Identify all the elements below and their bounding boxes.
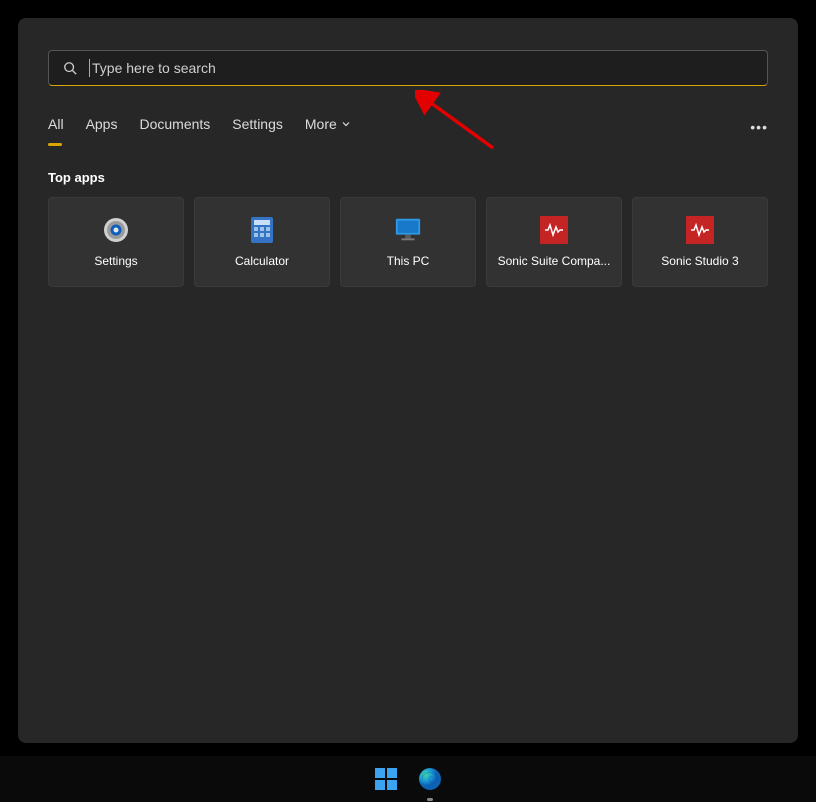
tile-label: Sonic Studio 3 [661, 254, 738, 268]
tile-sonic-suite-companion[interactable]: Sonic Suite Compa... [486, 197, 622, 287]
search-box[interactable] [48, 50, 768, 86]
tab-all[interactable]: All [48, 116, 64, 138]
edge-icon [418, 767, 442, 791]
tab-more[interactable]: More [305, 116, 351, 138]
tab-apps[interactable]: Apps [86, 116, 118, 138]
tile-label: This PC [387, 254, 430, 268]
search-icon [63, 61, 77, 75]
tile-sonic-studio-3[interactable]: Sonic Studio 3 [632, 197, 768, 287]
taskbar-edge-button[interactable] [416, 765, 444, 793]
tile-this-pc[interactable]: This PC [340, 197, 476, 287]
section-title-top-apps: Top apps [48, 170, 768, 185]
taskbar [0, 756, 816, 802]
sonic-suite-companion-icon [540, 216, 568, 244]
windows-start-icon [375, 768, 397, 790]
sonic-studio-3-icon [686, 216, 714, 244]
top-apps-row: Settings Calculator [48, 197, 768, 287]
taskbar-start-button[interactable] [372, 765, 400, 793]
tab-documents[interactable]: Documents [139, 116, 210, 138]
start-search-panel: All Apps Documents Settings More ••• Top… [18, 18, 798, 743]
tab-more-label: More [305, 116, 337, 132]
tile-label: Settings [94, 254, 137, 268]
tile-label: Sonic Suite Compa... [498, 254, 611, 268]
chevron-down-icon [341, 119, 351, 129]
more-options-button[interactable]: ••• [750, 119, 768, 135]
tile-label: Calculator [235, 254, 289, 268]
tab-settings[interactable]: Settings [232, 116, 283, 138]
taskbar-indicator [427, 798, 433, 801]
tile-calculator[interactable]: Calculator [194, 197, 330, 287]
this-pc-icon [394, 216, 422, 244]
settings-icon [102, 216, 130, 244]
filter-tabs: All Apps Documents Settings More ••• [48, 116, 768, 138]
calculator-icon [248, 216, 276, 244]
tile-settings[interactable]: Settings [48, 197, 184, 287]
search-input[interactable] [89, 59, 753, 77]
